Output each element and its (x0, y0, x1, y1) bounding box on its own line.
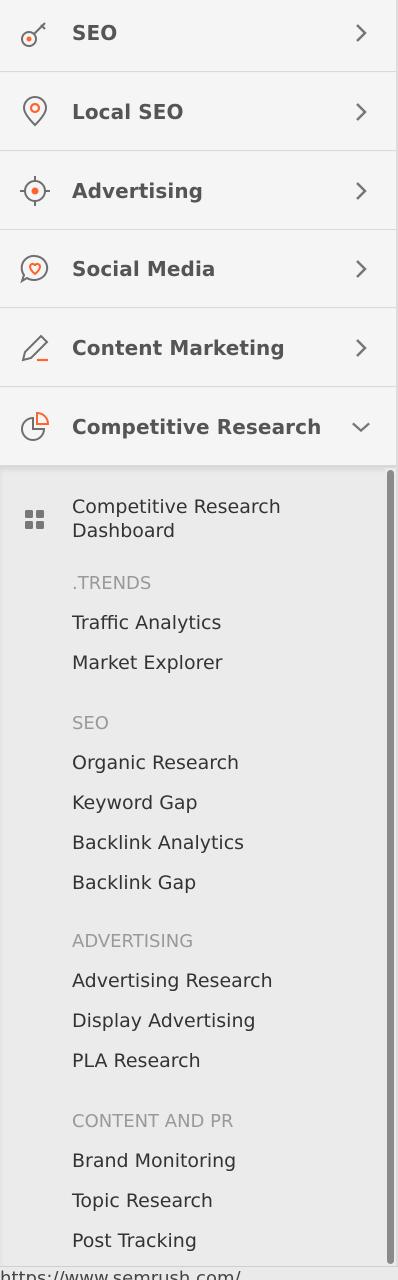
menu-item-content-marketing[interactable]: Content Marketing (0, 309, 397, 387)
pencil-icon (17, 330, 53, 366)
submenu-item-pla-research[interactable]: PLA Research (72, 1050, 201, 1072)
chevron-down-icon (351, 417, 371, 437)
submenu-item-brand-monitoring[interactable]: Brand Monitoring (72, 1150, 236, 1172)
submenu-item-keyword-gap[interactable]: Keyword Gap (72, 792, 198, 814)
menu-item-label: Content Marketing (72, 335, 285, 360)
target-icon (17, 173, 53, 209)
menu-item-label: Social Media (72, 256, 216, 281)
submenu-dashboard-link[interactable]: Competitive Research (72, 496, 281, 518)
section-heading-advertising: ADVERTISING (72, 931, 194, 952)
submenu-item-post-tracking[interactable]: Post Tracking (72, 1230, 197, 1252)
submenu-item-traffic-analytics[interactable]: Traffic Analytics (72, 612, 221, 634)
menu-item-label: Competitive Research (72, 414, 322, 439)
browser-status-bar: https://www.semrush.com/ (0, 1266, 398, 1280)
menu-item-advertising[interactable]: Advertising (0, 152, 397, 230)
submenu-item-display-advertising[interactable]: Display Advertising (72, 1010, 256, 1032)
submenu-item-backlink-analytics[interactable]: Backlink Analytics (72, 832, 244, 854)
scrollbar-thumb[interactable] (387, 470, 394, 1264)
submenu-scrollbar[interactable] (385, 468, 396, 1266)
menu-item-label: Local SEO (72, 99, 184, 124)
submenu-item-topic-research[interactable]: Topic Research (72, 1190, 213, 1212)
menu-item-local-seo[interactable]: Local SEO (0, 73, 397, 151)
submenu-item-organic-research[interactable]: Organic Research (72, 752, 239, 774)
pie-chart-icon (17, 409, 53, 445)
chevron-right-icon (351, 338, 371, 358)
chevron-right-icon (351, 23, 371, 43)
submenu-dashboard-link[interactable]: Dashboard (72, 520, 175, 542)
section-heading-seo: SEO (72, 713, 109, 734)
status-bar-url: https://www.semrush.com/ (0, 1268, 241, 1280)
chevron-right-icon (351, 102, 371, 122)
section-heading-trends: .TRENDS (72, 573, 152, 594)
submenu-competitive-research (0, 466, 397, 1266)
map-pin-icon (17, 94, 53, 130)
menu-item-seo[interactable]: SEO (0, 0, 397, 72)
menu-item-label: SEO (72, 20, 118, 45)
chat-heart-icon (17, 251, 53, 287)
menu-item-social-media[interactable]: Social Media (0, 230, 397, 308)
chevron-right-icon (351, 259, 371, 279)
menu-item-label: Advertising (72, 178, 204, 203)
section-heading-content-and-pr: CONTENT AND PR (72, 1111, 234, 1132)
submenu-item-advertising-research[interactable]: Advertising Research (72, 970, 273, 992)
key-icon (17, 15, 53, 51)
menu-item-competitive-research[interactable]: Competitive Research (0, 388, 397, 466)
submenu-item-market-explorer[interactable]: Market Explorer (72, 652, 222, 674)
chevron-right-icon (351, 181, 371, 201)
submenu-item-backlink-gap[interactable]: Backlink Gap (72, 872, 196, 894)
dashboard-grid-icon (25, 510, 45, 534)
